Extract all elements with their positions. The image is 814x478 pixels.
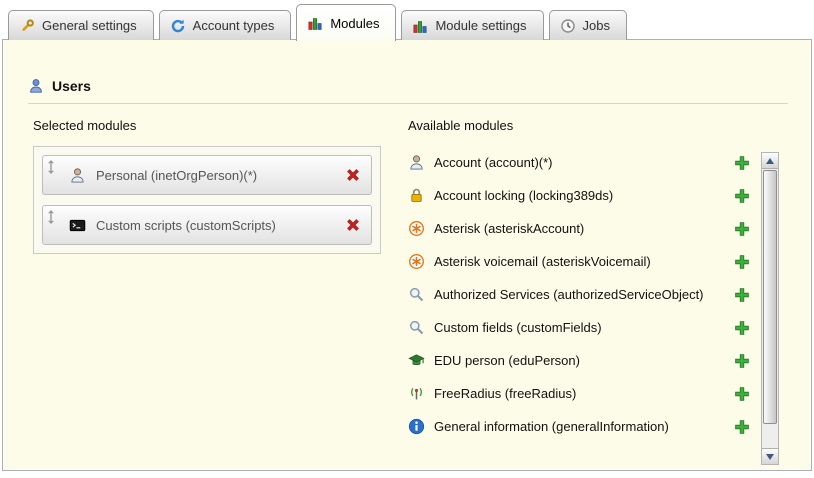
tab-label: Account types xyxy=(193,18,275,33)
arrow-up-icon xyxy=(766,158,774,164)
add-module-button[interactable] xyxy=(734,353,750,369)
available-module-label: Asterisk (asteriskAccount) xyxy=(434,221,734,236)
available-module-row: Authorized Services (authorizedServiceOb… xyxy=(408,278,750,311)
available-module-label: Custom fields (customFields) xyxy=(434,320,734,335)
add-module-button[interactable] xyxy=(734,419,750,435)
asterisk-icon xyxy=(408,220,425,237)
tab-label: Jobs xyxy=(583,18,610,33)
available-module-label: EDU person (eduPerson) xyxy=(434,353,734,368)
available-modules-heading: Available modules xyxy=(408,118,513,133)
tab-label: Module settings xyxy=(435,18,526,33)
add-module-button[interactable] xyxy=(734,188,750,204)
available-module-label: Asterisk voicemail (asteriskVoicemail) xyxy=(434,254,734,269)
drag-handle-icon[interactable] xyxy=(46,209,56,223)
available-modules-scrollbar[interactable] xyxy=(761,152,779,465)
asterisk-icon xyxy=(408,253,425,270)
person-icon xyxy=(69,167,86,184)
selected-modules-box: Personal (inetOrgPerson)(*) Custom scrip… xyxy=(33,146,381,254)
scrollbar-thumb[interactable] xyxy=(763,170,777,424)
section-title: Users xyxy=(52,78,91,94)
tab-label: General settings xyxy=(42,18,137,33)
available-module-row: General information (generalInformation) xyxy=(408,410,750,443)
available-modules-list: Account (account)(*) Account locking (lo… xyxy=(408,146,750,443)
magnifier-icon xyxy=(408,319,425,336)
drag-handle-icon[interactable] xyxy=(46,159,56,173)
lock-icon xyxy=(408,187,425,204)
available-module-row: Asterisk voicemail (asteriskVoicemail) xyxy=(408,245,750,278)
available-module-row: EDU person (eduPerson) xyxy=(408,344,750,377)
lam-configuration-screen: General settings Account types Modules M… xyxy=(0,0,814,478)
selected-module-label: Personal (inetOrgPerson)(*) xyxy=(96,168,345,183)
available-module-row: Asterisk (asteriskAccount) xyxy=(408,212,750,245)
tab-jobs[interactable]: Jobs xyxy=(549,10,627,40)
person-icon xyxy=(408,154,425,171)
user-icon xyxy=(28,78,44,94)
tab-modules[interactable]: Modules xyxy=(296,4,396,41)
arrow-down-icon xyxy=(766,454,774,460)
available-module-label: Account locking (locking389ds) xyxy=(434,188,734,203)
info-icon xyxy=(408,418,425,435)
add-module-button[interactable] xyxy=(734,386,750,402)
magnifier-icon xyxy=(408,286,425,303)
add-module-button[interactable] xyxy=(734,254,750,270)
terminal-icon xyxy=(69,217,86,234)
tab-label: Modules xyxy=(330,16,379,31)
available-module-label: Authorized Services (authorizedServiceOb… xyxy=(434,287,734,302)
tab-bar: General settings Account types Modules M… xyxy=(8,4,627,40)
wrench-icon xyxy=(19,18,35,34)
tab-account-types[interactable]: Account types xyxy=(159,10,292,40)
selected-modules-heading: Selected modules xyxy=(33,118,136,133)
add-module-button[interactable] xyxy=(734,221,750,237)
selected-module-row[interactable]: Personal (inetOrgPerson)(*) xyxy=(42,155,372,195)
account-types-icon xyxy=(170,18,186,34)
remove-module-button[interactable] xyxy=(345,217,361,233)
edu-icon xyxy=(408,352,425,369)
available-module-row: Custom fields (customFields) xyxy=(408,311,750,344)
scroll-down-button[interactable] xyxy=(762,448,778,464)
jobs-icon xyxy=(560,18,576,34)
available-module-row: FreeRadius (freeRadius) xyxy=(408,377,750,410)
available-module-label: Account (account)(*) xyxy=(434,155,734,170)
add-module-button[interactable] xyxy=(734,287,750,303)
module-settings-icon xyxy=(412,18,428,34)
available-module-row: Account locking (locking389ds) xyxy=(408,179,750,212)
available-module-label: General information (generalInformation) xyxy=(434,419,734,434)
add-module-button[interactable] xyxy=(734,320,750,336)
available-module-row: Account (account)(*) xyxy=(408,146,750,179)
scroll-up-button[interactable] xyxy=(762,153,778,169)
available-module-label: FreeRadius (freeRadius) xyxy=(434,386,734,401)
selected-module-label: Custom scripts (customScripts) xyxy=(96,218,345,233)
modules-icon xyxy=(307,15,323,31)
selected-module-row[interactable]: Custom scripts (customScripts) xyxy=(42,205,372,245)
antenna-icon xyxy=(408,385,425,402)
tab-general-settings[interactable]: General settings xyxy=(8,10,154,40)
section-header-users: Users xyxy=(28,78,788,104)
tab-module-settings[interactable]: Module settings xyxy=(401,10,543,40)
remove-module-button[interactable] xyxy=(345,167,361,183)
add-module-button[interactable] xyxy=(734,155,750,171)
